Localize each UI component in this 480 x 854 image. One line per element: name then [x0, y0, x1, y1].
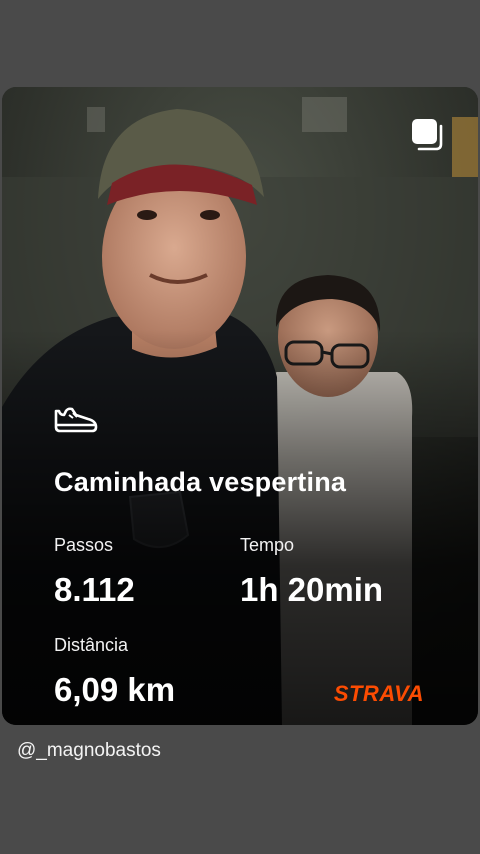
time-value: 1h 20min: [240, 571, 384, 608]
strava-logo: STRAVA: [333, 681, 424, 706]
story-screen: Caminhada vespertina Passos 8.112 Tempo …: [0, 0, 480, 854]
activity-title: Caminhada vespertina: [54, 467, 347, 497]
steps-value: 8.112: [54, 571, 135, 608]
multiple-photos-icon[interactable]: [410, 117, 446, 153]
username-mention[interactable]: @_magnobastos: [17, 740, 161, 762]
distance-label: Distância: [54, 635, 129, 655]
shoe-icon: [54, 407, 98, 433]
distance-value: 6,09 km: [54, 671, 176, 708]
steps-label: Passos: [54, 535, 114, 555]
activity-card[interactable]: Caminhada vespertina Passos 8.112 Tempo …: [2, 87, 478, 725]
time-label: Tempo: [240, 535, 295, 555]
